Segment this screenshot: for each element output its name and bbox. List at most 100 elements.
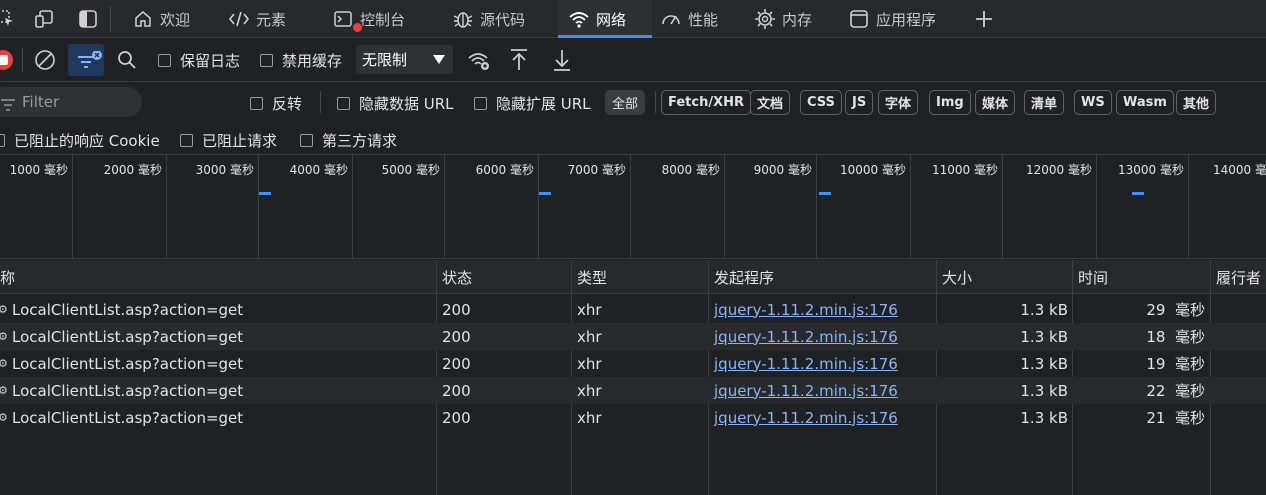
filter-funnel-icon [76,50,102,77]
checkbox-box[interactable] [158,54,171,67]
type-filter-all[interactable]: 全部 [605,90,646,115]
timeline-tick: 12000 毫秒 [1026,163,1092,177]
filter-toggle-button[interactable] [68,44,104,76]
tab-application[interactable]: 应用程序 [842,0,956,38]
tab-elements[interactable]: 元素 [220,0,320,38]
blocked-requests-checkbox[interactable]: 已阻止请求 [180,130,277,151]
network-conditions-icon[interactable] [467,49,493,73]
throttling-select[interactable]: 无限制 [356,45,453,74]
network-request-table: 称 状态 类型 发起程序 大小 时间 履行者 ⚙ LocalClientList.… [0,260,1266,495]
request-marker [539,192,551,195]
search-icon[interactable] [117,50,137,70]
initiator-link[interactable]: jquery-1.11.2.min.js:176 [714,328,898,346]
request-name: LocalClientList.asp?action=get [12,327,244,346]
initiator-link[interactable]: jquery-1.11.2.min.js:176 [714,409,898,427]
table-row[interactable]: ⚙ LocalClientList.asp?action=get 200 xhr … [0,323,1266,350]
request-name: LocalClientList.asp?action=get [12,381,244,400]
tab-network[interactable]: 网络 [558,0,652,38]
request-name-cell: ⚙ LocalClientList.asp?action=get [0,296,243,323]
type-filter-doc[interactable]: 文档 [750,90,791,115]
tab-label: 控制台 [360,10,406,29]
request-marker [259,192,271,195]
status-cell: 200 [442,408,471,427]
size-cell: 1.3 kB [1020,327,1068,346]
table-row[interactable]: ⚙ LocalClientList.asp?action=get 200 xhr … [0,404,1266,431]
device-emulation-icon[interactable] [34,9,54,29]
third-party-checkbox[interactable]: 第三方请求 [300,130,397,151]
type-filter-wasm[interactable]: Wasm [1116,90,1174,115]
tab-sources[interactable]: 源代码 [442,0,554,38]
checkbox-box[interactable] [474,97,487,110]
xhr-gear-icon: ⚙ [0,410,8,424]
timeline-tick: 5000 毫秒 [381,163,440,177]
network-overview-timeline[interactable]: 1000 毫秒 2000 毫秒 3000 毫秒 4000 毫秒 5000 毫秒 … [0,155,1266,259]
preserve-log-checkbox[interactable]: 保留日志 [158,50,240,71]
column-header-status[interactable]: 状态 [436,260,570,294]
size-cell: 1.3 kB [1020,300,1068,319]
column-header-fulfilled-by[interactable]: 履行者 [1210,260,1266,294]
error-badge-icon [352,22,363,33]
code-icon [228,8,250,30]
request-marker [1132,192,1144,195]
column-header-name[interactable]: 称 [0,260,436,294]
disable-cache-checkbox[interactable]: 禁用缓存 [260,50,342,71]
timeline-tick: 8000 毫秒 [661,163,720,177]
blocked-cookies-checkbox[interactable]: 已阻止的响应 Cookie [0,130,160,151]
type-filter-js[interactable]: JS [845,90,874,115]
hide-extension-url-label: 隐藏扩展 URL [496,95,591,113]
timeline-tick: 2000 毫秒 [103,163,162,177]
tab-memory[interactable]: 内存 [748,0,840,38]
type-filter-manifest[interactable]: 清单 [1024,90,1065,115]
app-icon [848,8,870,30]
timeline-tick: 7000 毫秒 [567,163,626,177]
export-har-icon[interactable] [552,48,572,72]
table-row[interactable]: ⚙ LocalClientList.asp?action=get 200 xhr … [0,350,1266,377]
tab-welcome[interactable]: 欢迎 [124,0,220,38]
hide-data-url-checkbox[interactable]: 隐藏数据 URL [337,93,454,114]
type-filter-fetch-xhr[interactable]: Fetch/XHR [661,90,752,115]
clear-log-icon[interactable] [34,49,56,71]
tab-console[interactable]: 控制台 [320,0,432,38]
filter-input[interactable]: Filter [0,87,142,117]
column-header-initiator[interactable]: 发起程序 [708,260,936,294]
invert-checkbox[interactable]: 反转 [250,93,302,114]
type-filter-img[interactable]: Img [929,90,971,115]
initiator-link[interactable]: jquery-1.11.2.min.js:176 [714,355,898,373]
time-unit: 毫秒 [1174,328,1205,346]
column-header-time[interactable]: 时间 [1072,260,1210,294]
more-tabs-plus-icon[interactable] [974,9,994,29]
checkbox-box[interactable] [0,134,5,147]
blocked-cookies-label: 已阻止的响应 Cookie [14,132,160,150]
table-row[interactable]: ⚙ LocalClientList.asp?action=get 200 xhr … [0,296,1266,323]
checkbox-box[interactable] [250,97,263,110]
column-header-type[interactable]: 类型 [571,260,707,294]
checkbox-box[interactable] [260,54,273,67]
status-cell: 200 [442,327,471,346]
column-header-size[interactable]: 大小 [936,260,1072,294]
request-marker [819,192,831,195]
table-row[interactable]: ⚙ LocalClientList.asp?action=get 200 xhr … [0,377,1266,404]
type-filter-media[interactable]: 媒体 [975,90,1016,115]
time-value: 21 [1146,408,1166,427]
import-har-icon[interactable] [509,48,529,72]
tab-label: 应用程序 [876,10,937,29]
type-filter-css[interactable]: CSS [800,90,842,115]
tab-performance[interactable]: 性能 [656,0,744,38]
type-filter-ws[interactable]: WS [1074,90,1112,115]
record-stop-icon[interactable] [0,49,14,71]
checkbox-box[interactable] [337,97,350,110]
initiator-link[interactable]: jquery-1.11.2.min.js:176 [714,382,898,400]
checkbox-box[interactable] [180,134,193,147]
type-filter-other[interactable]: 其他 [1176,90,1217,115]
status-cell: 200 [442,300,471,319]
request-name: LocalClientList.asp?action=get [12,408,244,427]
request-name-cell: ⚙ LocalClientList.asp?action=get [0,350,243,377]
initiator-link[interactable]: jquery-1.11.2.min.js:176 [714,301,898,319]
tab-label: 源代码 [480,10,526,29]
sidebar-toggle-icon[interactable] [78,9,98,29]
inspect-element-icon[interactable] [0,9,16,29]
checkbox-box[interactable] [300,134,313,147]
type-cell: xhr [577,354,602,373]
type-filter-font[interactable]: 字体 [878,90,919,115]
hide-extension-url-checkbox[interactable]: 隐藏扩展 URL [474,93,591,114]
